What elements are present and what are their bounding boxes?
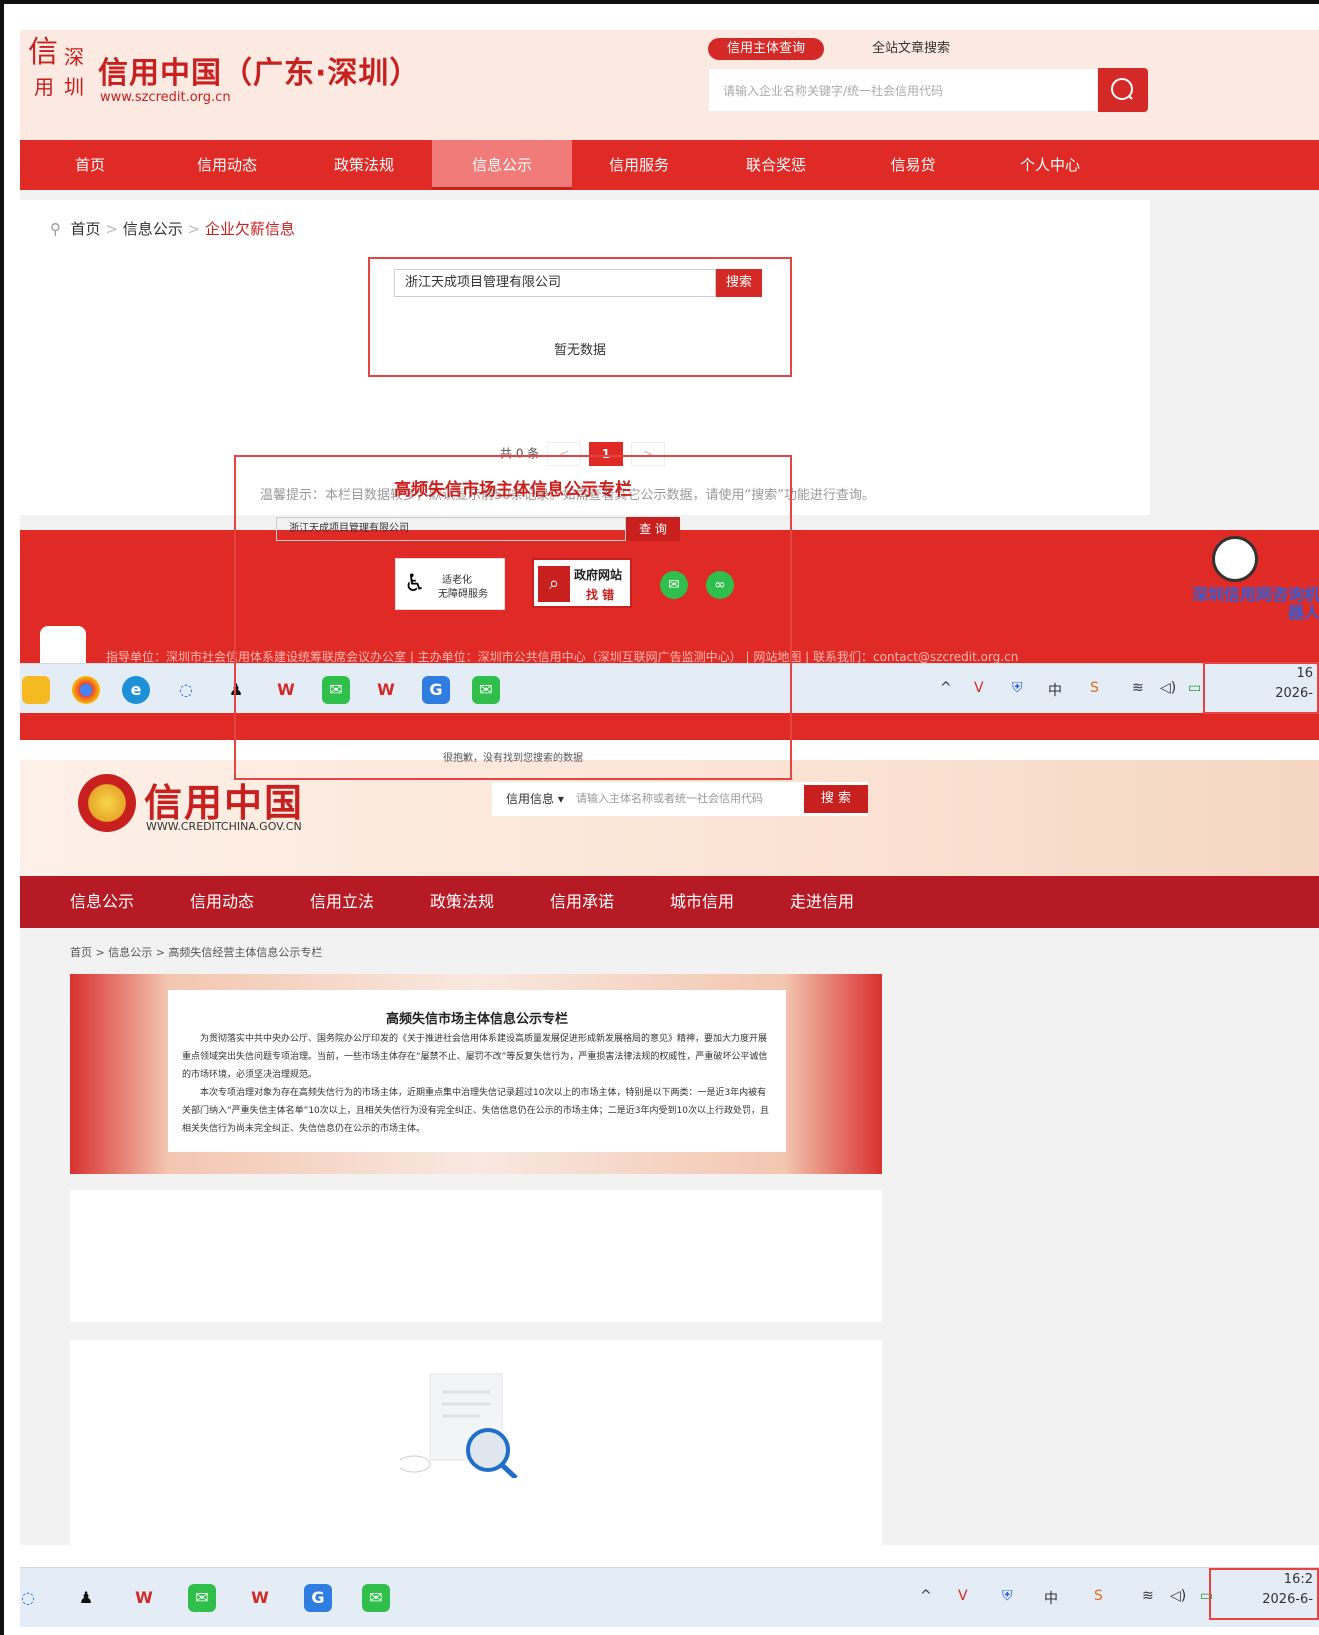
tray-app-icon[interactable]: V (958, 1588, 968, 1604)
query-button[interactable]: 查 询 (626, 517, 680, 541)
clock-date: 2026-6- (1262, 1592, 1313, 1607)
volume-icon[interactable]: ◁) (1170, 1588, 1186, 1604)
location-icon: ⚲ (50, 220, 61, 238)
chat-bubble-icon[interactable]: ◌ (172, 676, 200, 704)
chat-bubble-icon[interactable]: ◌ (14, 1584, 42, 1612)
nav-credit-loan[interactable]: 信易贷 (843, 140, 983, 190)
clock-time: 16:2 (1283, 1572, 1313, 1587)
breadcrumb: 首页 > 信息公示 > 高频失信经营主体信息公示专栏 (70, 946, 323, 959)
search-category-select[interactable]: 信用信息 ▾ (506, 782, 564, 816)
no-result-text: 很抱歉，没有找到您搜索的数据 (443, 753, 583, 764)
nav-credit-news[interactable]: 信用动态 (157, 140, 297, 190)
edge-icon[interactable]: e (122, 676, 150, 704)
wechat-icon[interactable]: ✉ (188, 1584, 216, 1612)
tray-app-icon[interactable]: V (974, 680, 984, 696)
nav-credit-news[interactable]: 信用动态 (190, 876, 254, 928)
robot-icon[interactable] (1212, 536, 1258, 582)
banner-title: 高频失信市场主体信息公示专栏 (385, 1012, 568, 1027)
wps-icon[interactable]: W (130, 1584, 158, 1612)
tray-expand-icon[interactable]: ^ (940, 680, 952, 696)
site-title[interactable]: 信用中国 (144, 772, 304, 827)
nav-home[interactable]: 首页 (20, 140, 160, 190)
no-data-text: 暂无数据 (553, 343, 606, 358)
site-url: WWW.CREDITCHINA.GOV.CN (146, 820, 302, 833)
column-title: 高频失信市场主体信息公示专栏 (394, 480, 632, 500)
main-nav: 首页 信用动态 政策法规 信息公示 信用服务 联合奖惩 信易贷 个人中心 (20, 140, 1319, 190)
main-nav: 信息公示 信用动态 信用立法 政策法规 信用承诺 城市信用 走进信用 (20, 876, 1319, 928)
nav-city-credit[interactable]: 城市信用 (670, 876, 734, 928)
header-search-input[interactable]: 请输入企业名称关键字/统一社会信用代码 (708, 68, 1098, 112)
sogou-icon[interactable]: S (1094, 1588, 1103, 1604)
company-query-input[interactable]: 浙江天成项目管理有限公司 (394, 269, 716, 297)
national-emblem-icon (78, 774, 136, 832)
site-url: www.szcredit.org.cn (100, 90, 231, 105)
header-search-button[interactable] (1098, 68, 1148, 112)
system-clock[interactable]: 16:2 2026-6- (1209, 1568, 1319, 1620)
nav-policy[interactable]: 政策法规 (430, 876, 494, 928)
app-swirl-icon[interactable]: G (304, 1584, 332, 1612)
footer-emblem-icon (40, 626, 86, 666)
nav-policy[interactable]: 政策法规 (294, 140, 434, 190)
company-query-input[interactable]: 浙江天成项目管理有限公司 (276, 517, 626, 541)
nav-joint-rewards[interactable]: 联合奖惩 (706, 140, 846, 190)
wifi-icon[interactable]: ≋ (1132, 680, 1144, 696)
sogou-icon[interactable]: S (1090, 680, 1099, 696)
nav-info-publicity[interactable]: 信息公示 (432, 140, 572, 190)
file-explorer-icon[interactable] (22, 676, 50, 704)
logo-char: 信 (28, 35, 58, 70)
breadcrumb-home[interactable]: 首页 (71, 220, 101, 238)
chrome-icon[interactable] (72, 676, 100, 704)
site-header: 信 深 用 圳 信用中国（广东·深圳） www.szcredit.org.cn … (20, 30, 1319, 140)
highlight-box: 高频失信市场主体信息公示专栏 浙江天成项目管理有限公司 查 询 很抱歉，没有找到… (234, 455, 792, 780)
logo-char: 深 (64, 45, 84, 69)
qq-icon[interactable]: ♟ (72, 1584, 100, 1612)
result-card (70, 1340, 882, 1545)
creditchina-window: 信用中国 WWW.CREDITCHINA.GOV.CN 信用信息 ▾ 请输入主体… (20, 760, 1319, 1545)
tab-entity-query[interactable]: 信用主体查询 (708, 38, 824, 60)
tray-expand-icon[interactable]: ^ (920, 1588, 932, 1604)
search-button[interactable]: 搜索 (716, 269, 762, 297)
taskbar: ◌ ♟ W ✉ W G ✉ ^ V ⛨ 中 S ≋ ◁) ▭ 16:2 2026… (20, 1567, 1319, 1627)
search-icon (1111, 78, 1133, 100)
tab-article-search[interactable]: 全站文章搜索 (872, 38, 950, 60)
shield-icon[interactable]: ⛨ (1012, 680, 1023, 696)
banner-paragraph: 为贯彻落实中共中央办公厅、国务院办公厅印发的《关于推进社会信用体系建设高质量发展… (182, 1034, 768, 1080)
nav-personal-center[interactable]: 个人中心 (980, 140, 1120, 190)
header-search-input[interactable]: 请输入主体名称或者统一社会信用代码 (576, 782, 763, 816)
shield-icon[interactable]: ⛨ (1002, 1588, 1013, 1604)
highlight-box: 浙江天成项目管理有限公司 搜索 暂无数据 (368, 257, 792, 377)
ime-indicator[interactable]: 中 (1044, 1588, 1058, 1608)
banner-card: 高频失信市场主体信息公示专栏 为贯彻落实中共中央办公厅、国务院办公厅印发的《关于… (168, 990, 786, 1152)
nav-about-credit[interactable]: 走进信用 (790, 876, 854, 928)
banner-paragraph: 本次专项治理对象为存在高频失信行为的市场主体，近期重点集中治理失信记录超过10次… (182, 1088, 769, 1134)
nav-info-publicity[interactable]: 信息公示 (70, 876, 134, 928)
wechat-icon[interactable]: ✉ (362, 1584, 390, 1612)
clock-time: 16 (1296, 666, 1313, 681)
nav-credit-service[interactable]: 信用服务 (569, 140, 709, 190)
column-banner: 高频失信市场主体信息公示专栏 为贯彻落实中共中央办公厅、国务院办公厅印发的《关于… (70, 974, 882, 1174)
breadcrumb-sep: > (187, 220, 201, 238)
wifi-icon[interactable]: ≋ (1142, 1588, 1154, 1604)
wps-icon[interactable]: W (246, 1584, 274, 1612)
breadcrumb-info[interactable]: 信息公示 (123, 220, 183, 238)
volume-icon[interactable]: ◁) (1160, 680, 1176, 696)
nav-credit-legislation[interactable]: 信用立法 (310, 876, 374, 928)
header-search: 信用信息 ▾ 请输入主体名称或者统一社会信用代码 搜 索 (492, 782, 868, 816)
logo-char: 用 (34, 75, 54, 99)
breadcrumb: ⚲ 首页 > 信息公示 > 企业欠薪信息 (50, 218, 295, 239)
nav-credit-commitment[interactable]: 信用承诺 (550, 876, 614, 928)
search-card (70, 1190, 882, 1322)
header-search-button[interactable]: 搜 索 (804, 785, 868, 813)
clock-date: 2026- (1275, 686, 1313, 701)
site-title: 信用中国（广东·深圳） (98, 56, 421, 91)
logo-char: 圳 (64, 75, 84, 99)
system-clock[interactable]: 16 2026- (1203, 662, 1319, 714)
breadcrumb-current: 企业欠薪信息 (204, 220, 295, 238)
ime-indicator[interactable]: 中 (1048, 680, 1062, 700)
robot-label[interactable]: 深圳信用网咨询机器人 (1180, 586, 1319, 622)
site-logo[interactable]: 信 深 用 圳 (26, 38, 94, 102)
breadcrumb-sep: > (105, 220, 118, 238)
battery-icon[interactable]: ▭ (1188, 680, 1201, 696)
empty-search-illustration (400, 1373, 518, 1478)
